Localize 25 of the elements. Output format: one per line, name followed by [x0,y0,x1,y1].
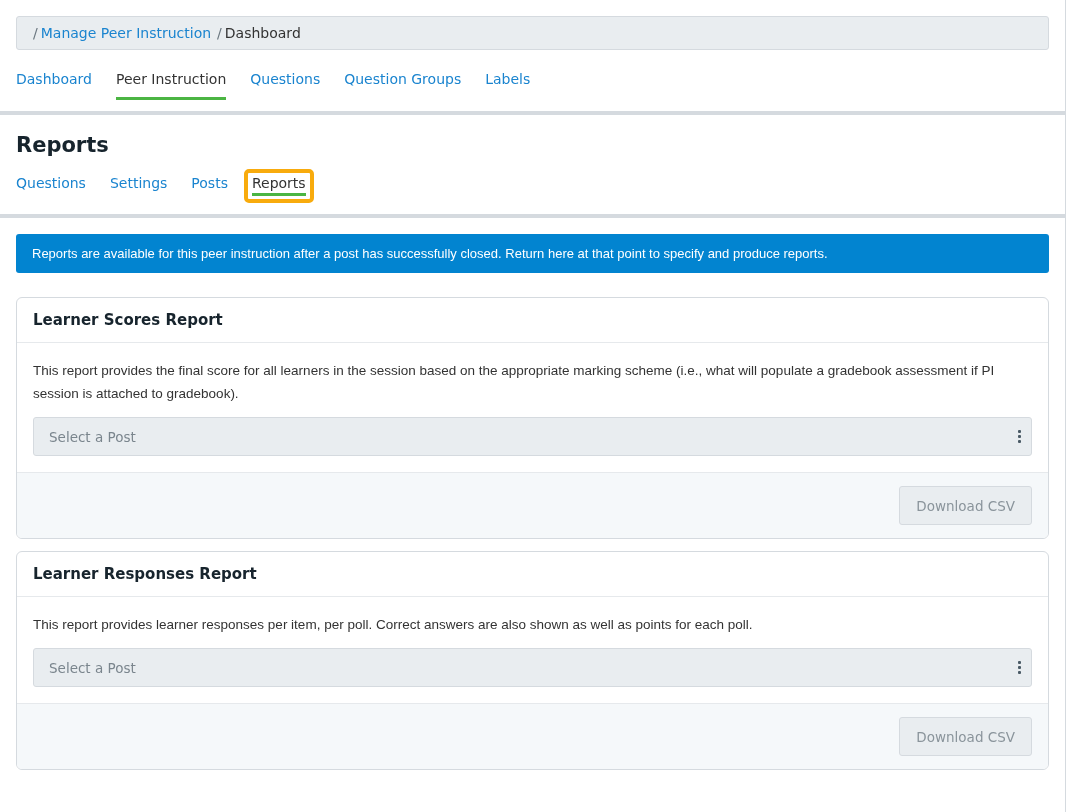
sub-tab[interactable]: Questions [8,169,94,203]
breadcrumb-separator: / [33,25,38,41]
info-banner: Reports are available for this peer instruction after a post has successfully closed. Return here at that point to specify and produce reports. [16,234,1049,273]
page-title: Reports [16,133,110,157]
post-select[interactable]: Select a Post [33,417,1032,456]
card-title: Learner Scores Report [17,298,1048,343]
sub-tab[interactable]: Reports [243,169,314,203]
post-select[interactable]: Select a Post [33,648,1032,687]
nav-tab[interactable]: Peer Instruction [115,71,227,100]
breadcrumb-link[interactable]: Manage Peer Instruction [40,25,212,41]
kebab-icon [1018,430,1021,443]
breadcrumb-current: Dashboard [224,25,301,41]
report-description: This report provides learner responses per item, per poll. Correct answers are also shown as well as points for each poll. [33,616,754,634]
nav-tab[interactable]: Dashboard [16,71,92,100]
select-placeholder: Select a Post [49,659,136,676]
report-description: This report provides the final score for all learners in the session based on the appropriate marking scheme (i.e., what will populate a gradebook assessment if PI session is attached to gradebook). [33,362,996,403]
breadcrumb-separator: / [217,25,222,41]
kebab-icon [1018,661,1021,674]
nav-tab[interactable]: Question Groups [344,71,462,100]
nav-tab[interactable]: Labels [485,71,531,100]
sub-tab[interactable]: Settings [101,169,176,203]
select-placeholder: Select a Post [49,428,136,445]
sub-tab[interactable]: Posts [183,169,236,203]
card-title: Learner Responses Report [17,552,1048,597]
nav-tab[interactable]: Questions [250,71,321,100]
